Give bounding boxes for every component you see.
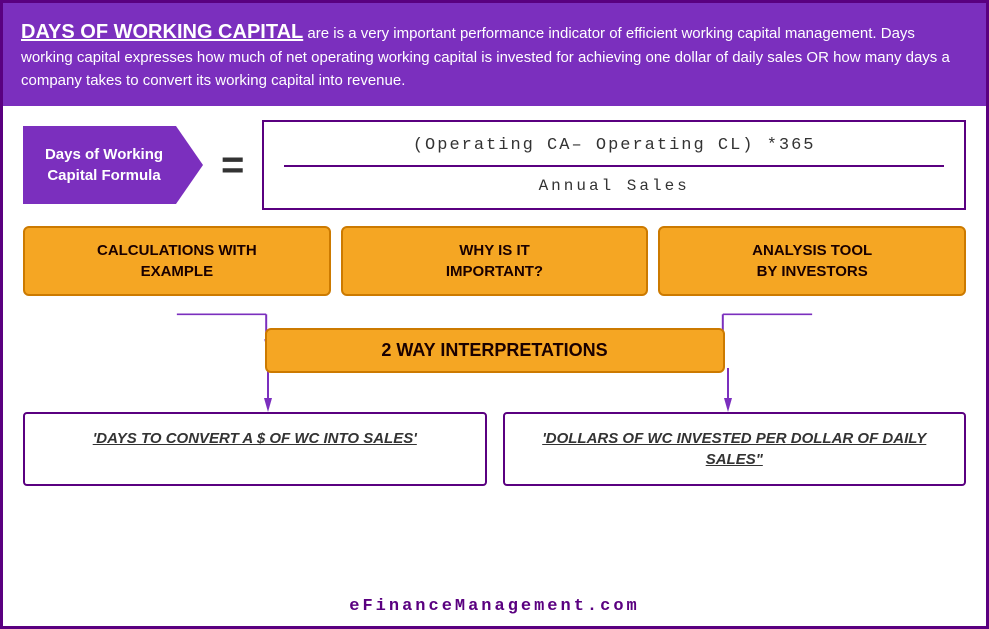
fraction-box: (Operating CA– Operating CL) *365 Annual… xyxy=(262,120,966,210)
formula-arrow-label: Days of Working Capital Formula xyxy=(23,126,203,204)
btn-analysis-tool[interactable]: ANALYSIS TOOLBY INVESTORS xyxy=(658,226,966,296)
equals-sign: = xyxy=(221,143,244,188)
bottom-box-right: 'DOLLARS OF WC INVESTED PER DOLLAR OF DA… xyxy=(503,412,967,486)
arrows-and-banner: 2 WAY INTERPRETATIONS xyxy=(23,310,966,368)
interp-banner-wrapper: 2 WAY INTERPRETATIONS xyxy=(265,328,725,373)
fraction-divider xyxy=(284,165,944,167)
header-title-bold: DAYS OF WORKING CAPITAL xyxy=(21,21,303,43)
footer: eFinanceManagement.com xyxy=(3,589,986,626)
btn-why-important[interactable]: WHY IS ITIMPORTANT? xyxy=(341,226,649,296)
formula-label-line1: Days of Working xyxy=(45,146,163,163)
vertical-connectors xyxy=(23,368,966,412)
bottom-box-right-text: 'DOLLARS OF WC INVESTED PER DOLLAR OF DA… xyxy=(542,430,926,468)
vertical-connectors-svg xyxy=(23,368,966,412)
bottom-boxes-row: 'DAYS TO CONVERT A $ OF WC INTO SALES' '… xyxy=(3,412,986,492)
page-wrapper: DAYS OF WORKING CAPITAL are is a very im… xyxy=(0,0,989,629)
interp-banner-text: 2 WAY INTERPRETATIONS xyxy=(381,340,607,360)
formula-section: Days of Working Capital Formula = (Opera… xyxy=(3,106,986,220)
buttons-row: CALCULATIONS WITHEXAMPLE WHY IS ITIMPORT… xyxy=(3,220,986,306)
fraction-denominator: Annual Sales xyxy=(539,177,690,195)
fraction-numerator: (Operating CA– Operating CL) *365 xyxy=(413,136,816,155)
interp-banner[interactable]: 2 WAY INTERPRETATIONS xyxy=(265,328,725,373)
formula-label-line2: Capital Formula xyxy=(47,167,160,184)
interpretations-section: 2 WAY INTERPRETATIONS xyxy=(3,306,986,412)
bottom-box-left: 'DAYS TO CONVERT A $ OF WC INTO SALES' xyxy=(23,412,487,486)
btn-calculations[interactable]: CALCULATIONS WITHEXAMPLE xyxy=(23,226,331,296)
footer-text: eFinanceManagement.com xyxy=(349,597,639,616)
bottom-box-left-text: 'DAYS TO CONVERT A $ OF WC INTO SALES' xyxy=(93,430,417,447)
header-section: DAYS OF WORKING CAPITAL are is a very im… xyxy=(3,3,986,106)
